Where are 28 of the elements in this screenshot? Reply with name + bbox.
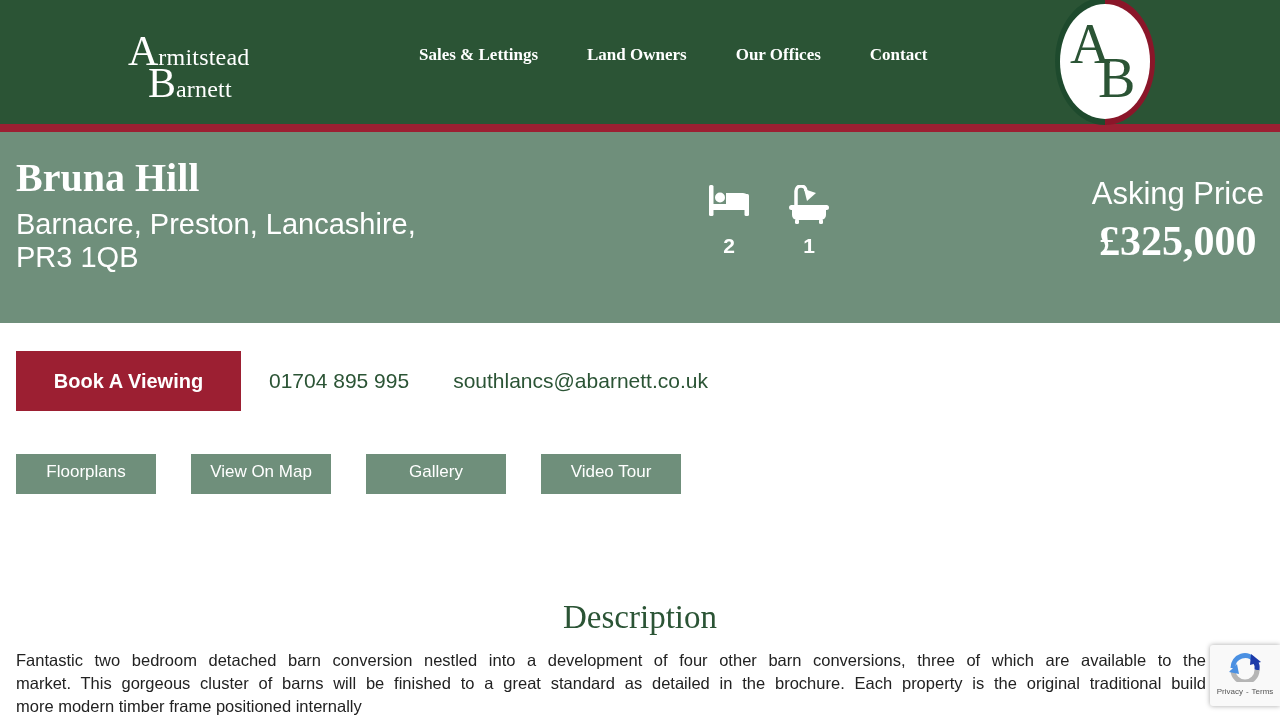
nav-link[interactable]: Land Owners: [587, 45, 687, 65]
description-text: Fantastic two bedroom detached barn conversion nestled into a development of four other barn conversions, three of which are available to the: [16, 650, 1206, 671]
nav-link[interactable]: Sales & Lettings: [419, 45, 538, 65]
emblem-logo[interactable]: AB: [1055, 0, 1155, 125]
property-address: Barnacre, Preston, Lancashire, PR3 1QB: [16, 208, 417, 274]
book-viewing-button[interactable]: Book A Viewing: [16, 351, 241, 411]
nav-link[interactable]: Our Offices: [735, 45, 821, 65]
bathtub-icon: [789, 185, 829, 224]
room-count: 2: [723, 234, 735, 258]
phone-link[interactable]: 01704 895 995: [269, 369, 410, 393]
property-title: Bruna Hill: [16, 154, 201, 202]
circular-arrows-icon: [1229, 652, 1261, 682]
price-label: Asking Price: [1091, 175, 1264, 213]
media-button[interactable]: Video Tour: [541, 454, 681, 494]
email-link[interactable]: southlancs@abarnett.co.uk: [453, 369, 708, 393]
media-button[interactable]: Gallery: [366, 454, 506, 494]
description-text: more modern timber frame positioned internally: [16, 696, 362, 717]
media-button[interactable]: View On Map: [191, 454, 331, 494]
section-heading: Description: [562, 598, 718, 637]
description-text: market. This gorgeous cluster of barns will be finished to a great standard as detailed in the brochure. Each property is the original traditional build: [16, 673, 1206, 694]
media-button[interactable]: Floorplans: [16, 454, 156, 494]
room-count: 1: [803, 234, 815, 258]
footer-link[interactable]: Terms: [1251, 687, 1274, 697]
bed-icon: [709, 185, 749, 216]
footer-link[interactable]: Privacy: [1216, 687, 1243, 697]
link-separator: -: [1245, 687, 1249, 697]
price-value: £325,000: [1099, 217, 1257, 266]
nav-link[interactable]: Contact: [869, 45, 928, 65]
